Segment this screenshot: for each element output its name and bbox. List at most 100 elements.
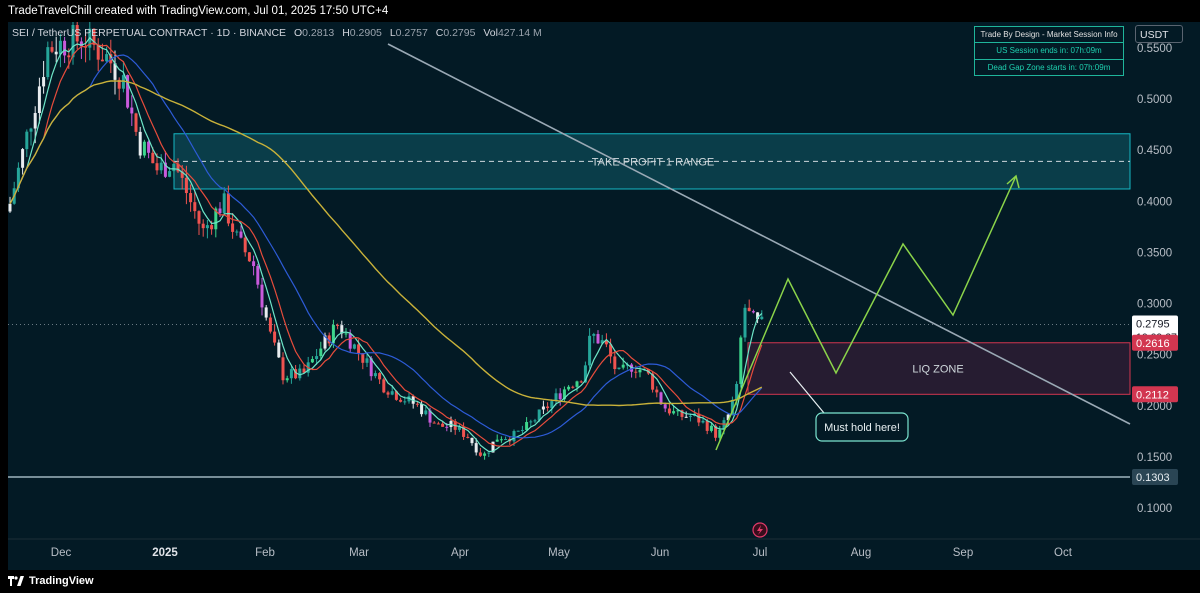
candle-body xyxy=(252,261,256,267)
candle-body xyxy=(546,406,550,409)
x-tick-label: 2025 xyxy=(152,547,178,559)
tradingview-icon xyxy=(8,576,24,586)
x-tick-label: May xyxy=(548,547,570,559)
candle-body xyxy=(399,399,403,402)
candle-body xyxy=(239,231,243,238)
us-session-countdown: US Session ends in: 07h:09m xyxy=(975,43,1123,60)
currency-selector[interactable]: USDT xyxy=(1135,25,1183,43)
y-tick-label: 0.4500 xyxy=(1137,145,1172,157)
candle-body xyxy=(243,237,247,253)
x-tick-label: Jun xyxy=(651,547,670,559)
candle-body xyxy=(138,131,142,156)
price-chart[interactable]: 0.5500 0.5000 0.4500 0.4000 0.3500 0.3000 0.25… xyxy=(8,22,1200,570)
candle-body xyxy=(63,40,67,56)
candle-body xyxy=(159,162,163,171)
candle-body xyxy=(134,113,138,132)
dead-gap-countdown: Dead Gap Zone starts in: 07h:09m xyxy=(987,63,1111,72)
candle-body xyxy=(277,342,281,358)
candle-body xyxy=(142,141,146,156)
candle-body xyxy=(189,193,193,203)
candle-body xyxy=(701,420,705,423)
candle-body xyxy=(268,317,272,332)
candle-body xyxy=(247,252,251,262)
candle-body xyxy=(571,386,575,388)
price-label-value: 0.1303 xyxy=(1136,472,1170,484)
candle-body xyxy=(541,406,545,410)
candle-body xyxy=(130,107,134,114)
tradingview-logo[interactable]: TradingView xyxy=(8,575,94,587)
candle-body xyxy=(520,429,524,431)
candle-body xyxy=(172,163,176,172)
candle-body xyxy=(743,307,747,338)
candle-body xyxy=(357,344,361,354)
symbol-legend[interactable]: SEI / TetherUS PERPETUAL CONTRACT · 1D ·… xyxy=(12,27,542,39)
volume-value: 427.14 M xyxy=(497,27,542,39)
candle-body xyxy=(315,356,319,360)
candle-body xyxy=(336,324,340,326)
candle-body xyxy=(285,378,289,381)
candle-body xyxy=(46,47,50,78)
candle-body xyxy=(37,86,41,113)
candle-body xyxy=(613,356,617,370)
candle-body xyxy=(533,420,537,422)
candle-body xyxy=(361,353,365,363)
attribution-text: TradeTravelChill created with TradingVie… xyxy=(8,5,389,17)
candle-body xyxy=(42,77,46,87)
candle-body xyxy=(21,149,25,168)
price-label-value: 0.2112 xyxy=(1136,389,1169,401)
callout-text: Must hold here! xyxy=(824,422,900,434)
candle-body xyxy=(655,389,659,393)
chart-area[interactable]: 0.5500 0.5000 0.4500 0.4000 0.3500 0.3000 0.25… xyxy=(8,22,1200,570)
plot-background xyxy=(8,22,1130,539)
candle-body xyxy=(231,223,235,232)
x-tick-label: Mar xyxy=(349,547,369,559)
candle-body xyxy=(617,367,621,370)
close-value: 0.2795 xyxy=(443,27,476,39)
price-label-value: 0.2616 xyxy=(1136,338,1170,350)
candle-body xyxy=(424,410,428,415)
candle-body xyxy=(441,423,445,427)
candle-body xyxy=(226,193,230,224)
candle-body xyxy=(483,453,487,456)
footer-bar: TradingView xyxy=(0,570,1200,593)
candle-body xyxy=(705,420,709,431)
candle-body xyxy=(168,171,172,177)
candle-body xyxy=(588,335,592,366)
y-tick-label: 0.3000 xyxy=(1137,299,1172,311)
candle-body xyxy=(365,358,369,363)
candle-body xyxy=(352,344,356,349)
candle-body xyxy=(348,333,352,349)
candle-body xyxy=(688,415,692,417)
candle-body xyxy=(751,311,755,313)
candle-body xyxy=(193,202,197,212)
candle-body xyxy=(621,364,625,368)
candle-body xyxy=(33,112,37,129)
x-tick-label: Oct xyxy=(1054,547,1073,559)
candle-body xyxy=(445,426,449,428)
candle-body xyxy=(558,393,562,400)
candle-body xyxy=(403,401,407,403)
candle-body xyxy=(592,334,596,336)
price-label-support: 0.1303 xyxy=(1132,469,1178,486)
candle-body xyxy=(466,436,470,438)
candle-body xyxy=(319,348,323,357)
price-label-value: 0.2795 xyxy=(1136,318,1170,330)
candle-body xyxy=(760,316,764,320)
candle-body xyxy=(256,266,260,285)
y-tick-label: 0.5500 xyxy=(1137,43,1172,55)
candle-body xyxy=(470,437,474,444)
candle-body xyxy=(235,231,239,233)
candle-body xyxy=(432,422,436,424)
high-value: 0.2905 xyxy=(349,27,382,39)
price-label-red: 0.2616 xyxy=(1132,334,1178,351)
candle-body xyxy=(218,208,222,214)
candle-body xyxy=(289,369,293,379)
candle-body xyxy=(474,443,478,453)
candle-body xyxy=(739,337,743,384)
candle-body xyxy=(201,223,205,229)
candle-body xyxy=(663,404,667,409)
candle-body xyxy=(747,307,751,312)
candle-body xyxy=(344,333,348,335)
candle-body xyxy=(709,425,713,431)
candle-body xyxy=(638,370,642,373)
